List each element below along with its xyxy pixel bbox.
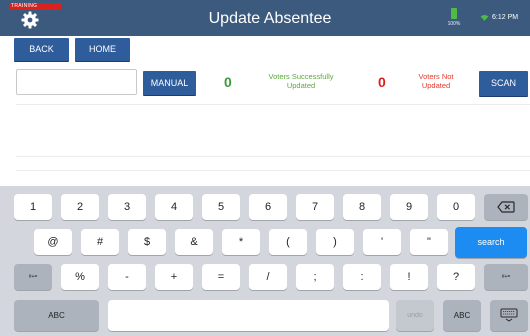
clock-time: 6:12 PM <box>492 14 519 21</box>
list-divider <box>16 156 530 157</box>
manual-button[interactable]: MANUAL <box>143 71 196 95</box>
key[interactable]: ' <box>363 229 401 255</box>
battery-percent: 100% <box>447 21 461 27</box>
success-count: 0 <box>224 74 232 90</box>
key[interactable]: + <box>155 264 193 290</box>
key[interactable]: 1 <box>14 194 52 220</box>
success-label: Voters Successfully Updated <box>268 72 334 90</box>
dismiss-keyboard-key[interactable] <box>490 300 528 331</box>
on-screen-keyboard: 1 2 3 4 5 6 7 8 9 0 @ # $ & * ( ) ' " se… <box>0 186 530 336</box>
key[interactable]: ( <box>269 229 307 255</box>
key[interactable]: 3 <box>108 194 146 220</box>
header-bar: TRAINING Update Absentee 100% 6:12 PM <box>0 0 530 36</box>
key[interactable]: / <box>249 264 287 290</box>
wifi-icon <box>480 15 489 21</box>
backspace-icon <box>497 201 515 213</box>
shift-key[interactable]: #+= <box>484 264 528 290</box>
list-divider <box>16 104 530 105</box>
key[interactable]: * <box>222 229 260 255</box>
key[interactable]: 2 <box>61 194 99 220</box>
key[interactable]: 7 <box>296 194 334 220</box>
space-key[interactable] <box>108 300 389 331</box>
key[interactable]: $ <box>128 229 166 255</box>
undo-key[interactable]: undo <box>396 300 434 331</box>
key[interactable]: ? <box>437 264 475 290</box>
list-divider <box>16 170 530 171</box>
key[interactable]: - <box>108 264 146 290</box>
fail-label: Voters Not Updated <box>418 72 454 90</box>
backspace-key[interactable] <box>484 194 528 220</box>
battery-icon <box>451 8 457 19</box>
key[interactable]: & <box>175 229 213 255</box>
keyboard-hide-icon <box>500 308 518 322</box>
abc-key[interactable]: ABC <box>443 300 481 331</box>
key[interactable]: " <box>410 229 448 255</box>
key[interactable]: = <box>202 264 240 290</box>
scan-button[interactable]: SCAN <box>479 71 528 96</box>
key[interactable]: % <box>61 264 99 290</box>
key[interactable]: 6 <box>249 194 287 220</box>
key[interactable]: : <box>343 264 381 290</box>
key[interactable]: ; <box>296 264 334 290</box>
shift-key[interactable]: #+= <box>14 264 52 290</box>
training-badge: TRAINING <box>9 3 61 10</box>
key[interactable]: 4 <box>155 194 193 220</box>
voter-id-input[interactable] <box>16 69 137 95</box>
abc-key[interactable]: ABC <box>14 300 99 331</box>
key[interactable]: ) <box>316 229 354 255</box>
back-button[interactable]: BACK <box>14 38 69 61</box>
key[interactable]: @ <box>34 229 72 255</box>
search-key[interactable]: search <box>455 227 527 258</box>
key[interactable]: # <box>81 229 119 255</box>
fail-count: 0 <box>378 74 386 90</box>
key[interactable]: 0 <box>437 194 475 220</box>
key[interactable]: 9 <box>390 194 428 220</box>
key[interactable]: 5 <box>202 194 240 220</box>
home-button[interactable]: HOME <box>75 38 130 61</box>
key[interactable]: 8 <box>343 194 381 220</box>
battery-indicator: 100% <box>445 8 463 27</box>
key[interactable]: ! <box>390 264 428 290</box>
